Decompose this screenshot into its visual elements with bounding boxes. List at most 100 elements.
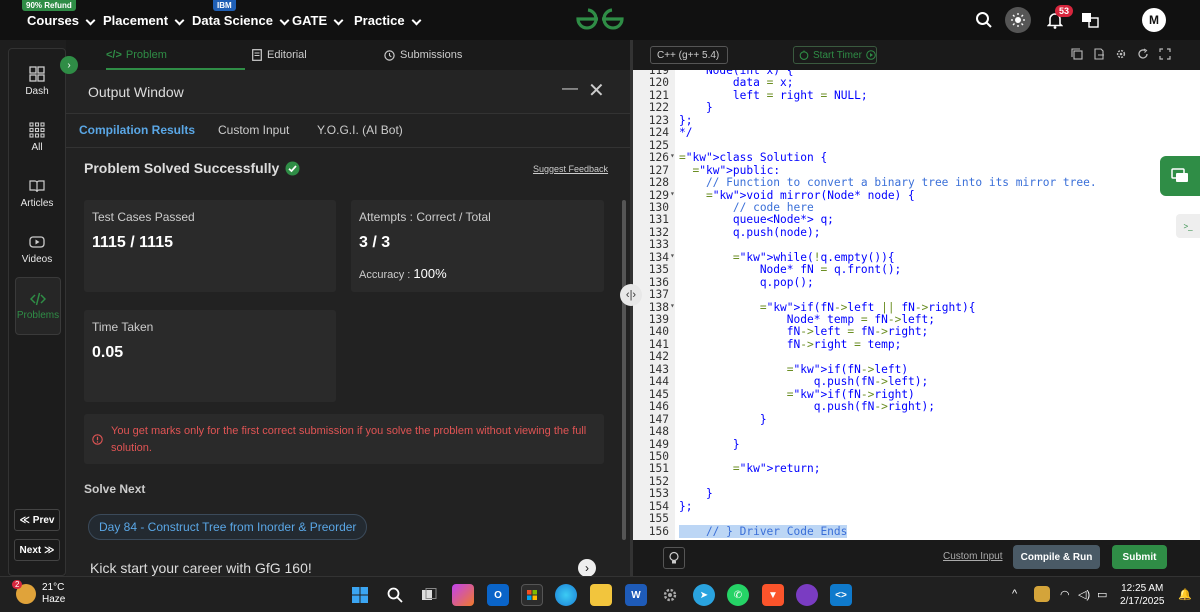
nav-practice[interactable]: Practice xyxy=(354,0,422,40)
code-line[interactable]: 142 xyxy=(633,350,1200,363)
code-line[interactable]: 150 xyxy=(633,450,1200,463)
wifi-icon[interactable]: ◠ xyxy=(1060,588,1070,601)
code-line[interactable]: 153 } xyxy=(633,487,1200,500)
code-line[interactable]: 131 queue<Node*> q; xyxy=(633,213,1200,226)
volume-icon[interactable]: ◁) xyxy=(1078,588,1090,601)
fold-arrow-icon[interactable]: ▾ xyxy=(670,151,675,160)
code-line[interactable]: 143 ="kw">if(fN->left) xyxy=(633,363,1200,376)
battery-icon[interactable]: ▭ xyxy=(1097,588,1107,601)
vscode-icon[interactable]: <> xyxy=(830,584,852,606)
avatar[interactable]: M xyxy=(1142,8,1166,32)
store-icon[interactable] xyxy=(521,584,543,606)
tray-app-icon[interactable] xyxy=(1034,586,1050,602)
sidebar-item-dash[interactable]: Dash xyxy=(9,53,65,109)
sidebar-item-articles[interactable]: Articles xyxy=(9,165,65,221)
nav-gate[interactable]: GATE xyxy=(292,0,344,40)
terminal-icon[interactable]: >_ xyxy=(1176,214,1200,238)
code-line[interactable]: 134 ▾ ="kw">while(!q.empty()){ xyxy=(633,251,1200,264)
prev-button[interactable]: ≪ Prev xyxy=(14,509,60,531)
code-line[interactable]: 135 Node* fN = q.front(); xyxy=(633,263,1200,276)
task-view-icon[interactable] xyxy=(418,584,440,606)
code-line[interactable]: 127 ="kw">public: xyxy=(633,164,1200,177)
fold-arrow-icon[interactable]: ▾ xyxy=(670,189,675,198)
start-timer-button[interactable]: Start Timer xyxy=(793,46,877,64)
code-line[interactable]: 145 ="kw">if(fN->right) xyxy=(633,388,1200,401)
code-line[interactable]: 122 } xyxy=(633,101,1200,114)
whatsapp-icon[interactable]: ✆ xyxy=(727,584,749,606)
file-explorer-icon[interactable] xyxy=(590,584,612,606)
custom-input-link[interactable]: Custom Input xyxy=(943,551,1002,562)
panel-scrollbar[interactable] xyxy=(622,200,626,540)
code-line[interactable]: 155 xyxy=(633,512,1200,525)
code-line[interactable]: 129 ▾ ="kw">void mirror(Node* node) { xyxy=(633,189,1200,202)
file-export-icon[interactable] xyxy=(1093,48,1105,60)
code-line[interactable]: 136 q.pop(); xyxy=(633,276,1200,289)
search-icon[interactable] xyxy=(971,7,997,33)
telegram-icon[interactable]: ➤ xyxy=(693,584,715,606)
fold-arrow-icon[interactable]: ▾ xyxy=(670,251,675,260)
copilot-icon[interactable] xyxy=(452,584,474,606)
sidebar-item-problems[interactable]: Problems xyxy=(15,277,61,335)
nav-courses[interactable]: Courses xyxy=(27,0,96,40)
code-line[interactable]: 152 xyxy=(633,475,1200,488)
nav-placement[interactable]: Placement xyxy=(103,0,185,40)
brave-icon[interactable]: ▼ xyxy=(762,584,784,606)
code-line[interactable]: 147 } xyxy=(633,413,1200,426)
code-line[interactable]: 121 left = right = NULL; xyxy=(633,89,1200,102)
weather-widget[interactable]: 2 21°C Haze xyxy=(12,580,65,606)
split-handle-icon[interactable]: ‹|› xyxy=(620,284,642,306)
code-line[interactable]: 141 fN->right = temp; xyxy=(633,338,1200,351)
reset-icon[interactable] xyxy=(1137,48,1149,60)
sidebar-item-all[interactable]: All xyxy=(9,109,65,165)
settings-icon[interactable] xyxy=(659,584,681,606)
chevron-up-icon[interactable]: ^ xyxy=(1012,588,1017,600)
language-select[interactable]: C++ (g++ 5.4) xyxy=(650,46,728,64)
word-icon[interactable]: W xyxy=(625,584,647,606)
minimize-icon[interactable]: — xyxy=(562,80,578,98)
system-clock[interactable]: 12:25 AM 2/17/2025 xyxy=(1120,582,1165,608)
code-line[interactable]: 154}; xyxy=(633,500,1200,513)
code-line[interactable]: 140 fN->left = fN->right; xyxy=(633,325,1200,338)
code-line[interactable]: 137 xyxy=(633,288,1200,301)
tab-compilation-results[interactable]: Compilation Results xyxy=(79,123,195,137)
compile-run-button[interactable]: Compile & Run xyxy=(1013,545,1100,569)
chat-icon[interactable] xyxy=(1160,156,1200,196)
code-line[interactable]: 128 // Function to convert a binary tree… xyxy=(633,176,1200,189)
next-button[interactable]: Next ≫ xyxy=(14,539,60,561)
translate-icon[interactable] xyxy=(1077,7,1103,33)
code-line[interactable]: 125 xyxy=(633,139,1200,152)
submit-button[interactable]: Submit xyxy=(1112,545,1167,569)
gfg-logo-icon[interactable] xyxy=(574,6,626,32)
github-desktop-icon[interactable] xyxy=(796,584,818,606)
tab-yogi-bot[interactable]: Y.O.G.I. (AI Bot) xyxy=(317,123,403,137)
code-line[interactable]: 156 // } Driver Code Ends xyxy=(633,524,1200,538)
gear-icon[interactable] xyxy=(1115,48,1127,60)
suggest-feedback-link[interactable]: Suggest Feedback xyxy=(533,164,608,174)
outlook-icon[interactable]: O xyxy=(487,584,509,606)
expand-sidebar-icon[interactable]: › xyxy=(60,56,78,74)
code-line[interactable]: 124 */ xyxy=(633,126,1200,139)
code-line[interactable]: 130 // code here xyxy=(633,201,1200,214)
code-line[interactable]: 126 ▾ ="kw">class Solution { xyxy=(633,151,1200,164)
lightbulb-icon[interactable] xyxy=(663,547,685,569)
code-line[interactable]: 149 } xyxy=(633,438,1200,451)
next-problem-chip[interactable]: Day 84 - Construct Tree from Inorder & P… xyxy=(88,514,368,540)
code-line[interactable]: 123}; xyxy=(633,114,1200,127)
edge-icon[interactable] xyxy=(555,584,577,606)
code-line[interactable]: 151 ="kw">return; xyxy=(633,462,1200,475)
notification-bell-icon[interactable]: 🔔 xyxy=(1178,588,1192,601)
tab-submissions[interactable]: Submissions xyxy=(384,40,462,70)
code-editor[interactable]: 119 Node(int x) {120 data = x; 121 left =… xyxy=(633,70,1200,540)
code-line[interactable]: 144 q.push(fN->left); xyxy=(633,375,1200,388)
code-line[interactable]: 148 xyxy=(633,425,1200,438)
tab-editorial[interactable]: Editorial xyxy=(252,40,307,70)
code-line[interactable]: 133 xyxy=(633,238,1200,251)
sidebar-item-videos[interactable]: Videos xyxy=(9,221,65,277)
tab-custom-input[interactable]: Custom Input xyxy=(218,123,289,137)
nav-data-science[interactable]: Data Science xyxy=(192,0,290,40)
close-icon[interactable]: ✕ xyxy=(588,78,605,103)
chevron-right-icon[interactable]: › xyxy=(578,559,596,576)
code-line[interactable]: 120 data = x; xyxy=(633,76,1200,89)
code-line[interactable]: 146 q.push(fN->right); xyxy=(633,400,1200,413)
windows-start-icon[interactable] xyxy=(349,584,371,606)
